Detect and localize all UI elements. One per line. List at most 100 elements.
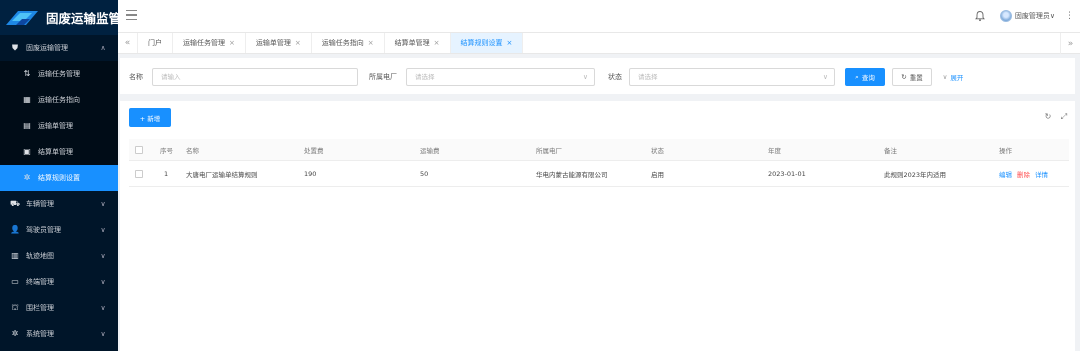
sidebar-item-label: 驾驶员管理 bbox=[26, 226, 61, 234]
fullscreen-icon[interactable]: ⤢ bbox=[1059, 112, 1069, 122]
sidebar-item-track-map[interactable]: ▥ 轨迹地图 ∨ bbox=[0, 243, 118, 269]
sidebar-item-fences[interactable]: ⛫ 围栏管理 ∨ bbox=[0, 295, 118, 321]
tasks-icon: ⇅ bbox=[23, 69, 31, 78]
tab-task-direction[interactable]: 运输任务指向 × bbox=[312, 33, 385, 53]
sidebar-item-label: 车辆管理 bbox=[26, 200, 54, 208]
sidebar-item-drivers[interactable]: 👤 驾驶员管理 ∨ bbox=[0, 217, 118, 243]
sidebar-item-waste-transport[interactable]: ⛊ 固废运输管理 ∧ bbox=[0, 35, 118, 61]
user-icon: 👤 bbox=[10, 225, 20, 234]
sidebar-item-settlement[interactable]: ▣ 结算单管理 bbox=[0, 139, 118, 165]
search-icon: ⌕ bbox=[855, 72, 859, 81]
table-header: 序号 名称 处置费 运输费 所属电厂 状态 年度 备注 操作 bbox=[129, 139, 1069, 161]
sidebar-item-label: 固废运输管理 bbox=[26, 44, 68, 52]
column-header: 运输费 bbox=[420, 146, 440, 155]
plant-select[interactable]: 请选择 ∨ bbox=[406, 68, 595, 86]
cell-plant: 华电内蒙古能源有限公司 bbox=[536, 170, 608, 179]
chevron-up-icon: ∧ bbox=[100, 44, 106, 52]
gear-icon: ✲ bbox=[11, 329, 19, 338]
tab-scroll-right-icon[interactable]: » bbox=[1060, 33, 1080, 54]
row-checkbox[interactable] bbox=[135, 161, 143, 186]
bell-icon[interactable] bbox=[974, 10, 986, 22]
sidebar-item-label: 系统管理 bbox=[26, 330, 54, 338]
column-header: 名称 bbox=[186, 146, 199, 155]
search-button[interactable]: ⌕ 查询 bbox=[845, 68, 885, 86]
sidebar-item-label: 运输单管理 bbox=[38, 122, 73, 130]
tab-label: 结算规则设置 bbox=[460, 39, 503, 47]
sidebar: 固废运输监管 ⛊ 固废运输管理 ∧ ⇅ 运输任务管理 ▦ 运输任务指向 ▤ 运输… bbox=[0, 0, 122, 351]
tab-label: 结算单管理 bbox=[394, 39, 430, 47]
close-icon[interactable]: × bbox=[295, 39, 301, 47]
reset-button[interactable]: ↻ 重置 bbox=[892, 68, 932, 86]
select-all-checkbox[interactable] bbox=[135, 139, 143, 160]
plant-label: 所属电厂 bbox=[369, 73, 397, 81]
sidebar-item-terminals[interactable]: ▭ 终端管理 ∨ bbox=[0, 269, 118, 295]
chevron-down-icon: ∨ bbox=[582, 73, 588, 81]
gear-icon: ✲ bbox=[23, 173, 31, 182]
table-row: 1 大唐电厂运输单结算规则 190 50 华电内蒙古能源有限公司 启用 2023… bbox=[129, 161, 1069, 187]
sidebar-item-waybill[interactable]: ▤ 运输单管理 bbox=[0, 113, 118, 139]
avatar[interactable] bbox=[999, 10, 1012, 22]
column-header: 处置费 bbox=[304, 146, 324, 155]
menu-toggle-icon[interactable] bbox=[126, 10, 137, 21]
edit-link[interactable]: 编辑 bbox=[999, 169, 1012, 179]
chevron-down-icon: ∨ bbox=[100, 252, 106, 260]
tab-settlement[interactable]: 结算单管理 × bbox=[385, 33, 451, 53]
column-header: 所属电厂 bbox=[536, 146, 562, 155]
status-select[interactable]: 请选择 ∨ bbox=[629, 68, 835, 86]
plant-select-placeholder: 请选择 bbox=[415, 73, 435, 81]
column-header: 状态 bbox=[651, 146, 664, 155]
chevron-down-icon: ∨ bbox=[100, 200, 106, 208]
sidebar-item-settlement-rules[interactable]: ✲ 结算规则设置 bbox=[0, 165, 118, 191]
search-button-label: 查询 bbox=[861, 74, 875, 82]
terminal-icon: ▭ bbox=[11, 277, 19, 286]
chevron-down-icon: ∨ bbox=[100, 278, 106, 286]
fence-icon: ⛫ bbox=[11, 303, 19, 312]
logo-icon bbox=[4, 7, 40, 29]
table-card: + 新增 ↻ ⤢ 序号 名称 处置费 运输费 所属电厂 状态 年度 备注 操作 … bbox=[120, 101, 1075, 351]
briefcase-icon: ▣ bbox=[23, 147, 31, 156]
chevron-down-icon: ∨ bbox=[942, 73, 948, 81]
truck-icon: ⛟ bbox=[10, 199, 21, 208]
cell-name: 大唐电厂运输单结算规则 bbox=[186, 170, 258, 179]
sidebar-item-system[interactable]: ✲ 系统管理 ∨ bbox=[0, 321, 118, 347]
expand-link[interactable]: ∨ 展开 bbox=[937, 68, 969, 86]
tab-settlement-rules[interactable]: 结算规则设置 × bbox=[450, 33, 524, 53]
refresh-icon: ↻ bbox=[901, 73, 907, 81]
cell-remark: 此规则2023年内适用 bbox=[884, 170, 947, 179]
close-icon[interactable]: × bbox=[229, 39, 235, 47]
detail-link[interactable]: 详情 bbox=[1035, 169, 1048, 179]
app-logo: 固废运输监管 bbox=[0, 0, 122, 35]
sidebar-item-vehicles[interactable]: ⛟ 车辆管理 ∨ bbox=[0, 191, 118, 217]
sidebar-item-task-direction[interactable]: ▦ 运输任务指向 bbox=[0, 87, 118, 113]
cell-index: 1 bbox=[164, 169, 169, 178]
name-label: 名称 bbox=[129, 73, 143, 81]
status-select-placeholder: 请选择 bbox=[638, 73, 658, 81]
close-icon[interactable]: × bbox=[368, 39, 374, 47]
tab-portal[interactable]: 门户 bbox=[138, 33, 173, 53]
document-icon: ▤ bbox=[23, 121, 31, 130]
name-input[interactable]: 请输入 bbox=[152, 68, 358, 86]
cell-actions: 编辑 删除 详情 bbox=[999, 161, 1048, 186]
app-title: 固废运输监管 bbox=[46, 11, 122, 26]
calendar-icon: ▦ bbox=[23, 95, 31, 104]
tab-label: 运输任务指向 bbox=[321, 39, 364, 47]
top-header: 固废管理员∨ ⋮ bbox=[118, 0, 1080, 33]
close-icon[interactable]: × bbox=[507, 39, 513, 47]
user-name-dropdown[interactable]: 固废管理员∨ bbox=[1015, 11, 1055, 21]
close-icon[interactable]: × bbox=[434, 39, 440, 47]
tab-task-management[interactable]: 运输任务管理 × bbox=[173, 33, 246, 53]
sidebar-item-task-management[interactable]: ⇅ 运输任务管理 bbox=[0, 61, 118, 87]
more-icon[interactable]: ⋮ bbox=[1065, 11, 1074, 21]
refresh-icon[interactable]: ↻ bbox=[1043, 112, 1053, 122]
tab-label: 门户 bbox=[148, 39, 162, 47]
reset-button-label: 重置 bbox=[909, 74, 923, 82]
column-header: 年度 bbox=[768, 146, 781, 155]
add-button[interactable]: + 新增 bbox=[129, 108, 171, 127]
tab-waybill[interactable]: 运输单管理 × bbox=[246, 33, 312, 53]
delete-link[interactable]: 删除 bbox=[1017, 169, 1030, 179]
map-icon: ▥ bbox=[11, 251, 19, 260]
column-header: 备注 bbox=[884, 146, 897, 155]
sidebar-item-label: 结算规则设置 bbox=[38, 174, 80, 182]
search-form: 名称 请输入 所属电厂 请选择 ∨ 状态 请选择 ∨ ⌕ 查询 ↻ 重置 ∨ 展开 bbox=[120, 58, 1075, 94]
tab-scroll-left-icon[interactable]: « bbox=[118, 33, 138, 53]
